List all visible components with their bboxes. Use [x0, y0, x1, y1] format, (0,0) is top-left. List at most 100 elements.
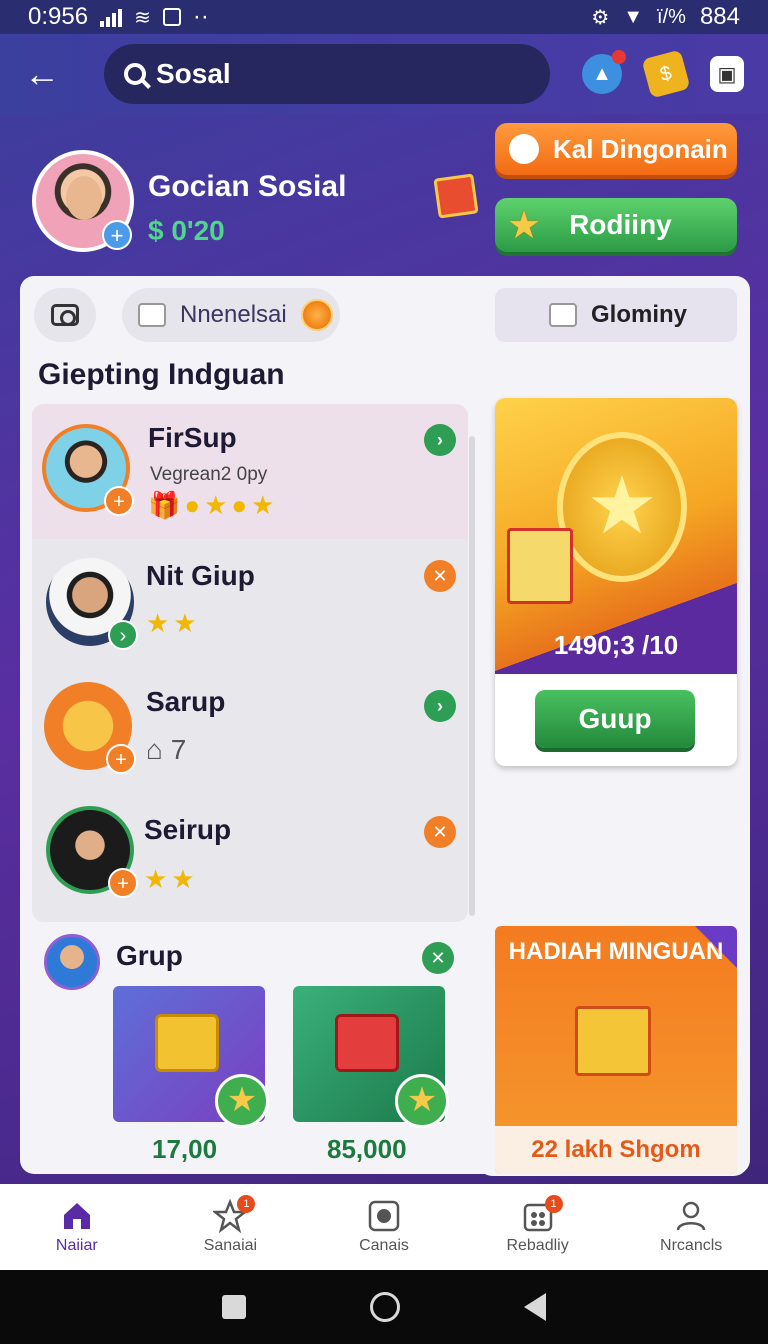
system-navigation	[0, 1270, 768, 1344]
reward-tile[interactable]: ★	[113, 986, 269, 1128]
gift-icon	[507, 528, 573, 604]
group-avatar[interactable]: +	[44, 682, 136, 774]
back-triangle-icon[interactable]	[524, 1293, 546, 1321]
reward-tile-value: 85,000	[327, 1134, 407, 1164]
nav-item-calendar[interactable]: 1 Rebadliy	[461, 1184, 615, 1270]
promo-button[interactable]: Guup	[535, 690, 695, 748]
gift-basket-icon	[335, 1014, 399, 1072]
reward-tile[interactable]: ★	[293, 986, 449, 1128]
wifi-icon: ≋	[134, 6, 151, 29]
grup-name: Grup	[116, 940, 183, 971]
bottom-navigation: Naiiar 1 Sanaiai Canais 1 Rebadliy Nrcan…	[0, 1184, 768, 1270]
filter-pill-1[interactable]: Nnenelsai	[122, 288, 340, 342]
wallet-icon[interactable]: ▣	[710, 56, 744, 92]
status-time: 0:956	[28, 3, 89, 30]
nav-item-star[interactable]: 1 Sanaiai	[154, 1184, 308, 1270]
star-badge-icon: ★	[395, 1074, 449, 1128]
nav-badge: 1	[237, 1195, 256, 1213]
nav-label: Canais	[359, 1237, 409, 1254]
star-badge-icon: ★	[215, 1074, 269, 1128]
home-button-icon[interactable]	[370, 1292, 400, 1322]
top-bar: ← Sosal ▲ $ ▣	[0, 34, 768, 114]
alert-icon[interactable]: ▲	[582, 50, 626, 94]
orange-action-button[interactable]: Kal Dingonain	[495, 123, 737, 175]
add-badge-icon[interactable]: +	[108, 868, 138, 898]
search-icon	[124, 63, 146, 85]
profile-avatar[interactable]: +	[32, 150, 134, 252]
person-icon	[674, 1199, 708, 1233]
green-button-label: Rodiiny	[569, 209, 672, 240]
group-avatar[interactable]: ›	[46, 558, 138, 650]
weekly-footer: 22 lakh Shgom	[495, 1126, 737, 1174]
filter-pill-2-label: Glominy	[591, 301, 688, 328]
reward-tile-value: 17,00	[152, 1134, 218, 1164]
search-value: Sosal	[156, 58, 231, 89]
promo-value: 1490;3 /10	[553, 630, 679, 660]
add-badge-icon[interactable]: +	[106, 744, 136, 774]
filter-pill-1-label: Nnenelsai	[180, 301, 287, 328]
profile-name: Gocian Sosial	[148, 170, 347, 203]
green-action-button[interactable]: ★ Rodiiny	[495, 198, 737, 252]
camera-button[interactable]	[34, 288, 96, 342]
wifi-strength-icon: ▼	[623, 5, 644, 28]
group-name: Seirup	[144, 814, 232, 845]
nav-label: Sanaiai	[203, 1237, 258, 1254]
group-subtitle: Vegrean2 0py	[150, 464, 268, 485]
group-name: FirSup	[148, 422, 237, 453]
nav-badge: 1	[544, 1195, 563, 1213]
group-name: Nit Giup	[146, 560, 255, 591]
group-name: Sarup	[146, 686, 226, 717]
grup-action-button[interactable]: ✕	[422, 942, 454, 974]
group-avatar[interactable]: +	[46, 806, 138, 898]
gallery-icon	[367, 1199, 401, 1233]
box-icon	[138, 303, 166, 327]
orange-button-label: Kal Dingonain	[553, 133, 728, 164]
group-action-button[interactable]: ›	[424, 424, 456, 456]
nav-label: Rebadliy	[506, 1237, 569, 1254]
notification-dot	[612, 50, 626, 64]
signal-icon	[100, 7, 123, 27]
weekly-reward-card[interactable]: HADIAH MINGUAN 22 lakh Shgom	[495, 926, 737, 1174]
status-bar: 0:956 ≋ ·· ⚙ ▼ ï/% 884	[0, 0, 768, 34]
nav-item-home[interactable]: Naiiar	[0, 1184, 154, 1270]
promo-card[interactable]: ★ 1490;3 /10 Guup	[495, 398, 737, 766]
nav-item-profile[interactable]: Nrcancls	[614, 1184, 768, 1270]
notification-icon	[162, 8, 181, 26]
battery-level: 884	[699, 3, 740, 30]
coupon-icon[interactable]: $	[641, 49, 691, 99]
mascot-icon	[509, 134, 539, 164]
camera-icon	[51, 304, 79, 326]
gift-icon	[575, 1006, 651, 1076]
home-icon	[60, 1199, 94, 1233]
grup-avatar[interactable]	[44, 934, 100, 990]
box-icon	[549, 303, 577, 327]
add-badge-icon[interactable]: +	[104, 486, 134, 516]
more-dots-icon: ··	[192, 3, 209, 30]
search-input[interactable]: Sosal	[104, 44, 550, 104]
group-action-button[interactable]: ✕	[424, 816, 456, 848]
group-member-count: ⌂ 7	[146, 734, 187, 765]
add-icon[interactable]: +	[102, 220, 132, 250]
group-action-button[interactable]: ›	[424, 690, 456, 722]
star-rating: ★★	[144, 864, 199, 894]
profile-balance: $ 0'20	[148, 215, 225, 246]
coin-icon	[300, 299, 333, 331]
avatar-face	[66, 176, 102, 220]
calendar-icon: 1	[521, 1195, 563, 1233]
group-avatar[interactable]: +	[42, 424, 134, 516]
nav-label: Nrcancls	[660, 1237, 723, 1254]
reward-icons: 🎁●★●★	[148, 490, 279, 520]
star-icon: ★	[507, 204, 542, 247]
star-coin-icon: ★	[557, 432, 687, 582]
nav-item-gallery[interactable]: Canais	[307, 1184, 461, 1270]
group-action-button[interactable]: ✕	[424, 560, 456, 592]
scrollbar[interactable]	[469, 436, 475, 916]
recent-apps-icon[interactable]	[222, 1295, 246, 1319]
gift-icon[interactable]	[433, 173, 479, 219]
filter-pill-2[interactable]: Glominy	[495, 288, 737, 342]
open-badge-icon[interactable]: ›	[108, 620, 138, 650]
weekly-title: HADIAH MINGUAN	[508, 938, 724, 965]
back-arrow-icon[interactable]: ←	[24, 53, 68, 95]
nav-label: Naiiar	[55, 1237, 98, 1254]
gift-icon	[155, 1014, 219, 1072]
